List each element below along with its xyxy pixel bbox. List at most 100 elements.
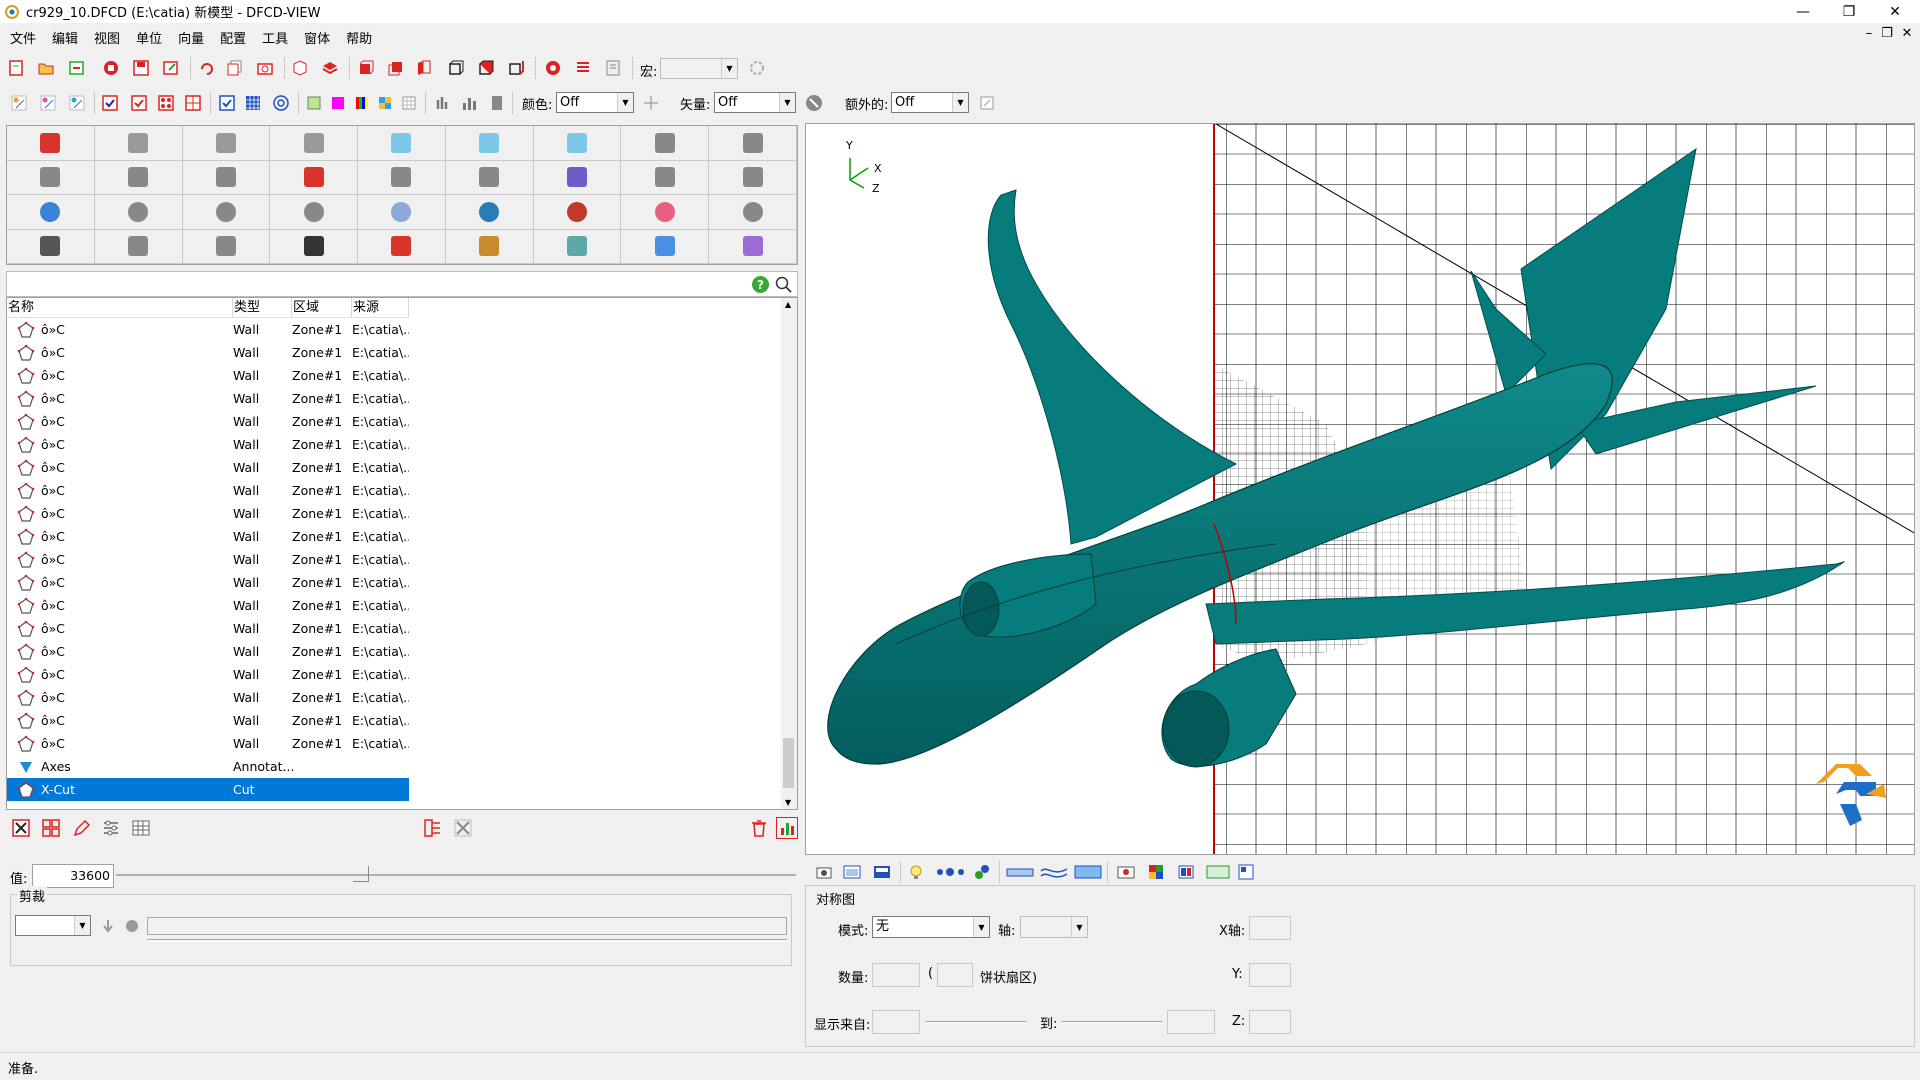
tool-20[interactable] bbox=[94, 195, 183, 230]
view-left-icon[interactable] bbox=[413, 57, 435, 79]
dots-grid-icon[interactable] bbox=[155, 92, 177, 114]
tool-30[interactable] bbox=[182, 229, 271, 264]
bar-chart-icon[interactable] bbox=[458, 92, 480, 114]
list-item[interactable]: X-Cut Cut bbox=[7, 778, 409, 801]
maximize-button[interactable]: ❐ bbox=[1826, 0, 1872, 23]
help-icon[interactable]: ? bbox=[752, 276, 769, 293]
scroll-up-icon[interactable]: ▲ bbox=[785, 300, 791, 309]
list-item[interactable]: ô»C Wall Zone#1 E:\catia\... bbox=[7, 387, 409, 410]
list-item[interactable]: ô»C Wall Zone#1 E:\catia\... bbox=[7, 617, 409, 640]
clip-mode-select[interactable]: ▼ bbox=[15, 915, 91, 936]
tool-7[interactable] bbox=[533, 126, 622, 161]
tiles-icon[interactable] bbox=[1145, 861, 1167, 883]
select-line-icon[interactable] bbox=[37, 92, 59, 114]
tool-4[interactable] bbox=[270, 126, 359, 161]
show-from-slider[interactable] bbox=[926, 1021, 1026, 1023]
frame-icon[interactable] bbox=[1205, 861, 1231, 883]
tool-9[interactable] bbox=[709, 126, 797, 161]
axis-select[interactable]: ▼ bbox=[1020, 916, 1088, 938]
import-icon[interactable] bbox=[66, 57, 88, 79]
color-palette-icon[interactable] bbox=[374, 92, 396, 114]
menu-window[interactable]: 窗体 bbox=[298, 28, 336, 47]
check-box-icon[interactable] bbox=[128, 92, 150, 114]
legend-icon[interactable] bbox=[486, 92, 508, 114]
list-item[interactable]: ô»C Wall Zone#1 E:\catia\... bbox=[7, 502, 409, 525]
tool-27[interactable] bbox=[709, 195, 797, 230]
count-input[interactable] bbox=[872, 963, 920, 987]
macro-run-icon[interactable] bbox=[746, 57, 768, 79]
value-slider-thumb[interactable] bbox=[352, 866, 369, 882]
mdi-restore-button[interactable]: ❐ bbox=[1876, 26, 1898, 41]
tool-8[interactable] bbox=[621, 126, 710, 161]
script-icon[interactable] bbox=[602, 57, 624, 79]
tool-11[interactable] bbox=[94, 160, 183, 195]
menu-file[interactable]: 文件 bbox=[4, 28, 42, 47]
tool-5[interactable] bbox=[358, 126, 446, 161]
value-input[interactable]: 33600 bbox=[32, 864, 114, 888]
target-ring-icon[interactable] bbox=[270, 92, 292, 114]
export-icon[interactable] bbox=[160, 57, 182, 79]
clip-slider-track[interactable] bbox=[147, 917, 787, 935]
column-type[interactable]: 类型 bbox=[233, 298, 292, 317]
split-view-icon[interactable] bbox=[1175, 861, 1197, 883]
tool-32[interactable] bbox=[358, 229, 446, 264]
list-item[interactable]: ô»C Wall Zone#1 E:\catia\... bbox=[7, 479, 409, 502]
tool-1[interactable] bbox=[7, 126, 95, 161]
list-item[interactable]: ô»C Wall Zone#1 E:\catia\... bbox=[7, 686, 409, 709]
media-icon[interactable] bbox=[1115, 861, 1137, 883]
column-zone[interactable]: 区域 bbox=[292, 298, 352, 317]
table-grid-icon[interactable] bbox=[398, 92, 420, 114]
list-item[interactable]: ô»C Wall Zone#1 E:\catia\... bbox=[7, 433, 409, 456]
tool-15[interactable] bbox=[445, 160, 534, 195]
light-icon[interactable] bbox=[905, 861, 927, 883]
list-item[interactable]: ô»C Wall Zone#1 E:\catia\... bbox=[7, 341, 409, 364]
new-file-icon[interactable] bbox=[5, 57, 27, 79]
menu-vector[interactable]: 向量 bbox=[172, 28, 210, 47]
to-slider[interactable] bbox=[1062, 1021, 1162, 1023]
list-item[interactable]: ô»C Wall Zone#1 E:\catia\... bbox=[7, 594, 409, 617]
record-icon[interactable] bbox=[542, 57, 564, 79]
model-render[interactable]: Y X Z bbox=[806, 124, 1915, 855]
value-slider-track[interactable] bbox=[116, 874, 796, 876]
grid-toggle-icon[interactable] bbox=[182, 92, 204, 114]
list-item[interactable]: ô»C Wall Zone#1 E:\catia\... bbox=[7, 640, 409, 663]
cut-tool-icon[interactable] bbox=[452, 817, 474, 839]
tool-10[interactable] bbox=[7, 160, 95, 195]
color-select[interactable]: Off ▼ bbox=[556, 92, 634, 113]
tool-34[interactable] bbox=[533, 229, 622, 264]
view-top-icon[interactable] bbox=[475, 57, 497, 79]
view-back-icon[interactable] bbox=[385, 57, 407, 79]
tool-3[interactable] bbox=[182, 126, 271, 161]
3d-viewport[interactable]: Y X Z bbox=[805, 123, 1915, 855]
list-icon[interactable] bbox=[572, 57, 594, 79]
tool-25[interactable] bbox=[533, 195, 622, 230]
list-item[interactable]: ô»C Wall Zone#1 E:\catia\... bbox=[7, 364, 409, 387]
delete-x-icon[interactable] bbox=[10, 817, 32, 839]
show-from-input[interactable] bbox=[872, 1010, 920, 1034]
list-item[interactable]: ô»C Wall Zone#1 E:\catia\... bbox=[7, 663, 409, 686]
hierarchy-icon[interactable] bbox=[422, 817, 444, 839]
tool-31[interactable] bbox=[270, 229, 359, 264]
sector-input[interactable] bbox=[937, 963, 973, 987]
list-item[interactable]: ô»C Wall Zone#1 E:\catia\... bbox=[7, 525, 409, 548]
list-item[interactable]: ô»C Wall Zone#1 E:\catia\... bbox=[7, 410, 409, 433]
color-green-icon[interactable] bbox=[303, 92, 325, 114]
list-item[interactable]: ô»C Wall Zone#1 E:\catia\... bbox=[7, 732, 409, 755]
points-icon[interactable] bbox=[935, 861, 967, 883]
tool-18[interactable] bbox=[709, 160, 797, 195]
search-icon[interactable] bbox=[774, 275, 793, 294]
trash-icon[interactable] bbox=[748, 817, 770, 839]
window-view-icon[interactable] bbox=[841, 861, 863, 883]
list-item[interactable]: ô»C Wall Zone#1 E:\catia\... bbox=[7, 709, 409, 732]
list-item[interactable]: ô»C Wall Zone#1 E:\catia\... bbox=[7, 318, 409, 341]
rotate-icon[interactable] bbox=[196, 57, 218, 79]
edit-pen-icon[interactable] bbox=[70, 817, 92, 839]
tool-21[interactable] bbox=[182, 195, 271, 230]
screenshot-icon[interactable] bbox=[813, 861, 835, 883]
tool-23[interactable] bbox=[358, 195, 446, 230]
tool-26[interactable] bbox=[621, 195, 710, 230]
column-source[interactable]: 来源 bbox=[352, 298, 409, 317]
list-item[interactable]: ô»C Wall Zone#1 E:\catia\... bbox=[7, 456, 409, 479]
list-item[interactable]: Axes Annotat... bbox=[7, 755, 409, 778]
list-item[interactable]: ô»C Wall Zone#1 E:\catia\... bbox=[7, 548, 409, 571]
